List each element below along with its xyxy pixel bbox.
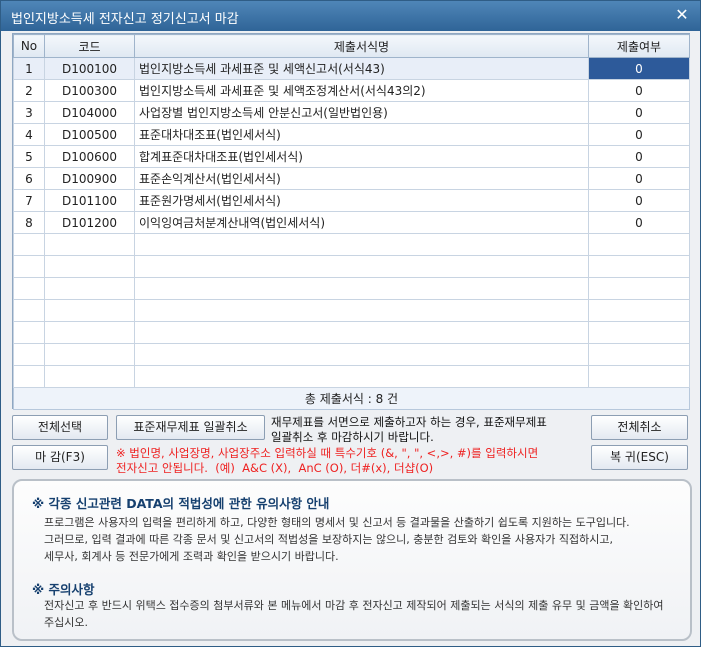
empty-row bbox=[13, 343, 690, 366]
row-status[interactable]: 0 bbox=[588, 57, 690, 80]
total-forms-count: 총 제출서식 : 8 건 bbox=[13, 387, 690, 410]
table-row[interactable]: 5 D100600 합계표준대차대조표(법인세서식) 0 bbox=[13, 145, 690, 168]
notice-title-data-validity: ※ 각종 신고관련 DATA의 적법성에 관한 유의사항 안내 bbox=[32, 496, 330, 511]
row-no: 5 bbox=[13, 145, 45, 168]
table-row[interactable]: 2 D100300 법인지방소득세 과세표준 및 세액조정계산서(서식43의2) 0 bbox=[13, 79, 690, 102]
row-form-name: 이익잉여금처분계산내역(법인세서식) bbox=[134, 211, 589, 234]
row-code: D101100 bbox=[44, 189, 135, 212]
row-no: 6 bbox=[13, 167, 45, 190]
row-status[interactable]: 0 bbox=[588, 145, 690, 168]
row-status[interactable]: 0 bbox=[588, 211, 690, 234]
row-status[interactable]: 0 bbox=[588, 123, 690, 146]
select-all-button[interactable]: 전체선택 bbox=[12, 415, 108, 440]
submission-grid: No 코드 제출서식명 제출여부 1 D100100 법인지방소득세 과세표준 및 … bbox=[12, 33, 690, 410]
row-code: D100300 bbox=[44, 79, 135, 102]
cancel-standard-statements-button[interactable]: 표준재무제표 일괄취소 bbox=[116, 415, 265, 440]
table-row[interactable]: 4 D100500 표준대차대조표(법인세서식) 0 bbox=[13, 123, 690, 146]
row-code: D101200 bbox=[44, 211, 135, 234]
row-status[interactable]: 0 bbox=[588, 101, 690, 124]
row-form-name: 법인지방소득세 과세표준 및 세액신고서(서식43) bbox=[134, 57, 589, 80]
row-status[interactable]: 0 bbox=[588, 189, 690, 212]
empty-row bbox=[13, 299, 690, 322]
row-form-name: 표준손익계산서(법인세서식) bbox=[134, 167, 589, 190]
empty-row bbox=[13, 277, 690, 300]
standard-statements-note: 재무제표를 서면으로 제출하고자 하는 경우, 표준재무제표 일괄취소 후 마감… bbox=[271, 415, 547, 444]
row-no: 2 bbox=[13, 79, 45, 102]
notice-title-caution: ※ 주의사항 bbox=[32, 582, 95, 597]
empty-row bbox=[13, 365, 690, 388]
row-code: D100900 bbox=[44, 167, 135, 190]
col-header-status[interactable]: 제출여부 bbox=[588, 34, 690, 58]
window-title: 법인지방소득세 전자신고 정기신고서 마감 bbox=[11, 12, 239, 27]
notice-panel: ※ 각종 신고관련 DATA의 적법성에 관한 유의사항 안내 프로그램은 사용… bbox=[12, 479, 692, 641]
row-code: D104000 bbox=[44, 101, 135, 124]
row-status[interactable]: 0 bbox=[588, 167, 690, 190]
row-status[interactable]: 0 bbox=[588, 79, 690, 102]
row-code: D100500 bbox=[44, 123, 135, 146]
row-form-name: 사업장별 법인지방소득세 안분신고서(일반법인용) bbox=[134, 101, 589, 124]
restore-esc-button[interactable]: 복 귀(ESC) bbox=[591, 445, 688, 470]
empty-row bbox=[13, 321, 690, 344]
title-bar: 법인지방소득세 전자신고 정기신고서 마감 ✕ bbox=[1, 1, 700, 31]
empty-row bbox=[13, 233, 690, 256]
table-row[interactable]: 1 D100100 법인지방소득세 과세표준 및 세액신고서(서식43) 0 bbox=[13, 57, 690, 80]
row-no: 8 bbox=[13, 211, 45, 234]
row-code: D100600 bbox=[44, 145, 135, 168]
row-form-name: 합계표준대차대조표(법인세서식) bbox=[134, 145, 589, 168]
row-no: 3 bbox=[13, 101, 45, 124]
table-row[interactable]: 3 D104000 사업장별 법인지방소득세 안분신고서(일반법인용) 0 bbox=[13, 101, 690, 124]
row-code: D100100 bbox=[44, 57, 135, 80]
special-characters-warning: ※ 법인명, 사업장명, 사업장주소 입력하실 때 특수기호 (&, ", ",… bbox=[116, 446, 539, 475]
row-no: 4 bbox=[13, 123, 45, 146]
close-icon[interactable]: ✕ bbox=[672, 5, 692, 25]
table-row[interactable]: 8 D101200 이익잉여금처분계산내역(법인세서식) 0 bbox=[13, 211, 690, 234]
row-no: 7 bbox=[13, 189, 45, 212]
row-form-name: 법인지방소득세 과세표준 및 세액조정계산서(서식43의2) bbox=[134, 79, 589, 102]
cancel-all-button[interactable]: 전체취소 bbox=[591, 415, 688, 440]
dialog-window: 법인지방소득세 전자신고 정기신고서 마감 ✕ No 코드 제출서식명 제출여부… bbox=[0, 0, 701, 647]
close-f3-button[interactable]: 마 감(F3) bbox=[12, 445, 108, 470]
row-no: 1 bbox=[13, 57, 45, 80]
row-form-name: 표준대차대조표(법인세서식) bbox=[134, 123, 589, 146]
notice-body-data-validity: 프로그램은 사용자의 입력을 편리하게 하고, 다양한 형태의 명세서 및 신고… bbox=[44, 516, 630, 563]
empty-row bbox=[13, 255, 690, 278]
table-row[interactable]: 6 D100900 표준손익계산서(법인세서식) 0 bbox=[13, 167, 690, 190]
col-header-no[interactable]: No bbox=[13, 34, 45, 58]
row-form-name: 표준원가명세서(법인세서식) bbox=[134, 189, 589, 212]
col-header-form-name[interactable]: 제출서식명 bbox=[134, 34, 589, 58]
table-row[interactable]: 7 D101100 표준원가명세서(법인세서식) 0 bbox=[13, 189, 690, 212]
notice-body-caution: 전자신고 후 반드시 위택스 접수증의 첨부서류와 본 메뉴에서 마감 후 전자… bbox=[44, 599, 664, 629]
col-header-code[interactable]: 코드 bbox=[44, 34, 135, 58]
